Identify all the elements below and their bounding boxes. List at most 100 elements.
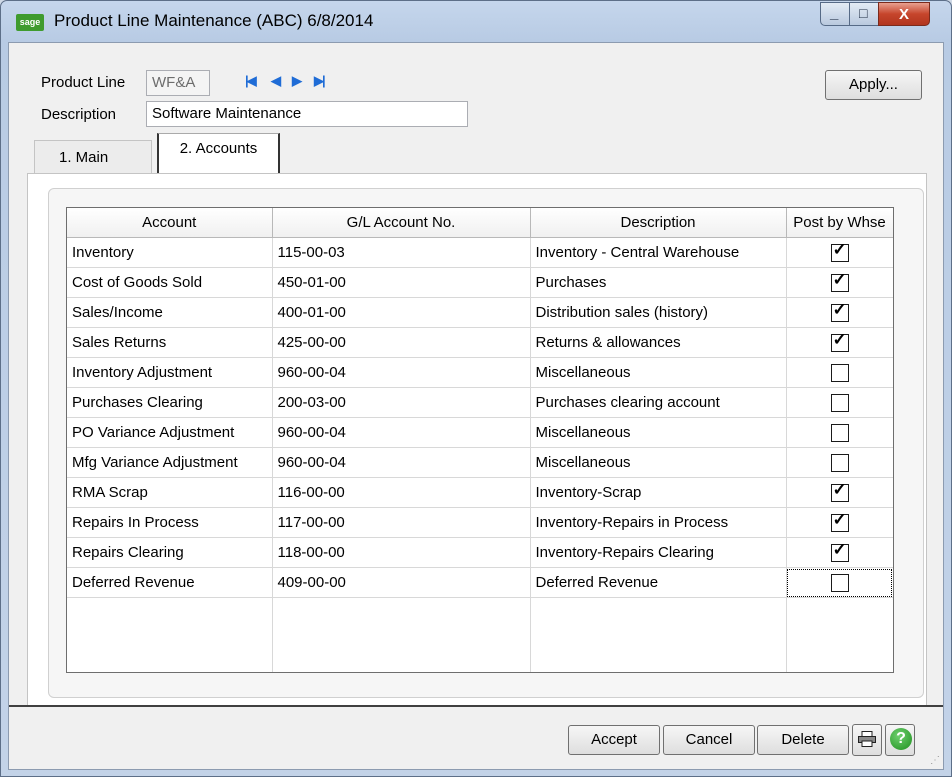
account-cell[interactable]: Purchases Clearing [67, 387, 273, 418]
account-cell[interactable]: PO Variance Adjustment [67, 417, 273, 448]
post-by-whse-checkbox[interactable]: ✓ [830, 480, 849, 502]
description-cell[interactable]: Inventory-Repairs Clearing [530, 537, 787, 568]
gl-account-cell[interactable]: 115-00-03 [272, 237, 531, 268]
description-cell[interactable]: Distribution sales (history) [530, 297, 787, 328]
gl-account-cell[interactable]: 116-00-00 [272, 477, 531, 508]
print-button[interactable] [852, 724, 882, 756]
accept-button[interactable]: Accept [568, 725, 660, 755]
first-record-icon[interactable]: |◀ [245, 73, 257, 89]
gl-account-cell[interactable]: 200-03-00 [272, 387, 531, 418]
description-field[interactable]: Software Maintenance [146, 101, 468, 127]
gl-account-cell[interactable]: 400-01-00 [272, 297, 531, 328]
table-row[interactable]: Inventory Adjustment 960-00-04 Miscellaneo… [67, 357, 893, 388]
post-by-whse-cell[interactable]: ✓ [786, 267, 893, 298]
table-row[interactable]: Repairs In Process 117-00-00 Inventory-Rep… [67, 507, 893, 538]
table-row[interactable]: Cost of Goods Sold 450-01-00 Purchases ✓ [67, 267, 893, 298]
minimize-button[interactable]: _ [820, 2, 850, 26]
post-by-whse-cell[interactable]: ✓ [786, 507, 893, 538]
resize-grip-icon[interactable]: ⋰ [930, 755, 940, 766]
gl-account-cell[interactable]: 960-00-04 [272, 417, 531, 448]
empty-cell [272, 627, 531, 656]
post-by-whse-checkbox[interactable] [830, 573, 849, 592]
column-header-description[interactable]: Description [530, 208, 787, 238]
post-by-whse-cell[interactable] [786, 387, 893, 418]
gl-account-cell[interactable]: 117-00-00 [272, 507, 531, 538]
empty-cell [530, 656, 787, 672]
table-row[interactable]: Sales/Income 400-01-00 Distribution sales … [67, 297, 893, 328]
help-button[interactable]: ? [885, 724, 915, 756]
post-by-whse-cell[interactable] [786, 357, 893, 388]
post-by-whse-cell[interactable]: ✓ [786, 297, 893, 328]
delete-button[interactable]: Delete [757, 725, 849, 755]
table-row[interactable]: Repairs Clearing 118-00-00 Inventory-Repai… [67, 537, 893, 568]
post-by-whse-cell[interactable]: ✓ [786, 477, 893, 508]
product-line-field[interactable]: WF&A [146, 70, 210, 96]
account-cell[interactable]: Cost of Goods Sold [67, 267, 273, 298]
column-header-account[interactable]: Account [67, 208, 273, 238]
last-record-icon[interactable]: ▶| [314, 73, 326, 89]
post-by-whse-cell[interactable]: ✓ [786, 537, 893, 568]
account-cell[interactable]: Mfg Variance Adjustment [67, 447, 273, 478]
gl-account-cell[interactable]: 409-00-00 [272, 567, 531, 598]
post-by-whse-checkbox[interactable]: ✓ [830, 240, 849, 262]
gl-account-cell[interactable]: 118-00-00 [272, 537, 531, 568]
table-row[interactable]: Sales Returns 425-00-00 Returns & allowanc… [67, 327, 893, 358]
table-row[interactable]: PO Variance Adjustment 960-00-04 Miscellan… [67, 417, 893, 448]
account-cell[interactable]: Sales/Income [67, 297, 273, 328]
description-cell[interactable]: Inventory-Scrap [530, 477, 787, 508]
post-by-whse-checkbox[interactable]: ✓ [830, 270, 849, 292]
accounts-grid[interactable]: Account G/L Account No. Description Post… [66, 207, 894, 673]
post-by-whse-checkbox[interactable]: ✓ [830, 510, 849, 532]
previous-record-icon[interactable]: ◀ [271, 73, 281, 89]
post-by-whse-cell[interactable]: ✓ [786, 327, 893, 358]
table-row[interactable]: Purchases Clearing 200-03-00 Purchases cle… [67, 387, 893, 418]
account-cell[interactable]: Sales Returns [67, 327, 273, 358]
close-button[interactable]: X [878, 2, 930, 26]
account-cell[interactable]: Repairs Clearing [67, 537, 273, 568]
post-by-whse-checkbox[interactable] [830, 423, 849, 442]
post-by-whse-checkbox[interactable] [830, 453, 849, 472]
description-cell[interactable]: Deferred Revenue [530, 567, 787, 598]
checkmark-icon: ✓ [832, 509, 847, 529]
post-by-whse-checkbox[interactable]: ✓ [830, 540, 849, 562]
next-record-icon[interactable]: ▶ [292, 73, 302, 89]
description-cell[interactable]: Inventory - Central Warehouse [530, 237, 787, 268]
account-cell[interactable]: Inventory [67, 237, 273, 268]
post-by-whse-checkbox[interactable]: ✓ [830, 330, 849, 352]
description-cell[interactable]: Returns & allowances [530, 327, 787, 358]
table-row[interactable]: Mfg Variance Adjustment 960-00-04 Miscella… [67, 447, 893, 478]
cancel-button[interactable]: Cancel [663, 725, 755, 755]
tab-accounts[interactable]: 2. Accounts [157, 133, 280, 176]
account-cell[interactable]: RMA Scrap [67, 477, 273, 508]
column-header-post-by-whse[interactable]: Post by Whse [786, 208, 893, 238]
tab-main[interactable]: 1. Main [34, 140, 152, 174]
table-row[interactable]: Deferred Revenue 409-00-00 Deferred Revenu… [67, 567, 893, 598]
post-by-whse-checkbox[interactable] [830, 363, 849, 382]
description-cell[interactable]: Miscellaneous [530, 417, 787, 448]
post-by-whse-cell[interactable] [786, 447, 893, 478]
maximize-button[interactable]: □ [849, 2, 879, 26]
post-by-whse-cell[interactable]: ✓ [786, 237, 893, 268]
column-header-gl-account[interactable]: G/L Account No. [272, 208, 531, 238]
description-cell[interactable]: Purchases clearing account [530, 387, 787, 418]
account-cell[interactable]: Deferred Revenue [67, 567, 273, 598]
post-by-whse-cell[interactable] [786, 567, 893, 598]
table-row[interactable]: RMA Scrap 116-00-00 Inventory-Scrap ✓ [67, 477, 893, 508]
post-by-whse-checkbox[interactable]: ✓ [830, 300, 849, 322]
apply-button[interactable]: Apply... [825, 70, 922, 100]
gl-account-cell[interactable]: 960-00-04 [272, 447, 531, 478]
title-bar[interactable]: sage Product Line Maintenance (ABC) 6/8/… [1, 1, 951, 41]
empty-row [67, 656, 893, 672]
account-cell[interactable]: Inventory Adjustment [67, 357, 273, 388]
description-cell[interactable]: Purchases [530, 267, 787, 298]
post-by-whse-checkbox[interactable] [830, 393, 849, 412]
post-by-whse-cell[interactable] [786, 417, 893, 448]
table-row[interactable]: Inventory 115-00-03 Inventory - Central Wa… [67, 237, 893, 268]
account-cell[interactable]: Repairs In Process [67, 507, 273, 538]
gl-account-cell[interactable]: 450-01-00 [272, 267, 531, 298]
gl-account-cell[interactable]: 425-00-00 [272, 327, 531, 358]
description-cell[interactable]: Inventory-Repairs in Process [530, 507, 787, 538]
description-cell[interactable]: Miscellaneous [530, 357, 787, 388]
gl-account-cell[interactable]: 960-00-04 [272, 357, 531, 388]
description-cell[interactable]: Miscellaneous [530, 447, 787, 478]
